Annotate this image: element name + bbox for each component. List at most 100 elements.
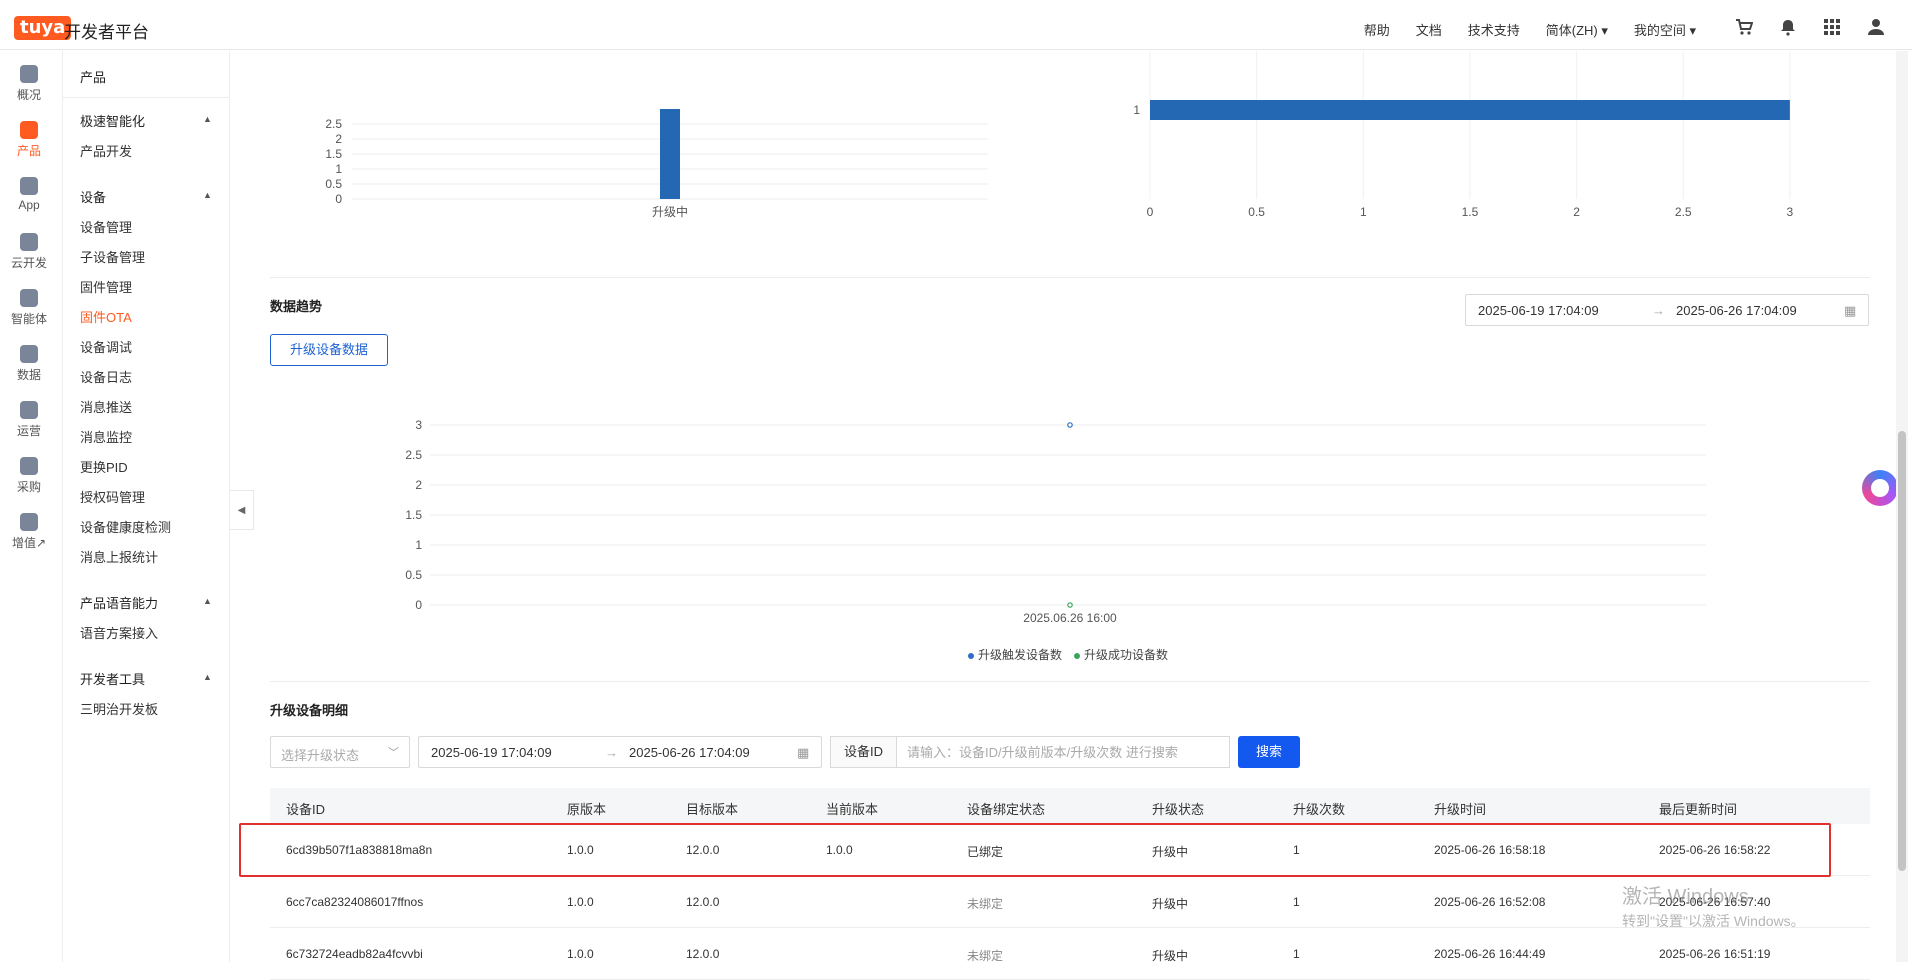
menu-health-check[interactable]: 设备健康度检测 [80,517,171,536]
x-tick-label: 1.5 [1462,205,1479,219]
nav-docs[interactable]: 文档 [1416,20,1442,39]
calendar-icon[interactable]: ▦ [1844,303,1856,319]
trend-date-range[interactable]: 2025-06-19 17:04:09 → 2025-06-26 17:04:0… [1465,294,1869,326]
cell-orig-version: 1.0.0 [567,895,594,909]
caret-up-icon[interactable]: ▲ [203,596,212,606]
rail-agent[interactable]: 智能体 [0,289,58,327]
caret-up-icon[interactable]: ▲ [203,190,212,200]
operation-icon [20,401,38,419]
bar [660,109,680,199]
legend-triggered[interactable]: 升级触发设备数 [968,646,1062,663]
apps-grid-icon[interactable] [1822,18,1842,38]
rail-purchase[interactable]: 采购 [0,457,58,495]
top-nav: 帮助 文档 技术支持 简体(ZH) ▾ 我的空间 ▾ [1364,20,1696,39]
upgrade-status-select[interactable]: 选择升级状态 ﹀ [270,736,410,768]
menu-voice-access[interactable]: 语音方案接入 [80,623,158,642]
group-device[interactable]: 设备 [80,187,106,206]
cell-upgrade-time: 2025-06-26 16:52:08 [1434,895,1546,909]
search-button[interactable]: 搜索 [1238,736,1300,768]
arrow-right-icon: → [605,745,618,760]
highlight-box [239,823,1831,877]
cell-upgrade-count: 1 [1293,947,1300,961]
y-tick-label: 0.5 [325,177,342,191]
bell-icon[interactable] [1778,18,1798,38]
trend-date-start[interactable]: 2025-06-19 17:04:09 [1478,303,1599,318]
device-search-input[interactable] [896,736,1230,768]
cell-upgrade-count: 1 [1293,895,1300,909]
menu-firmware-ota[interactable]: 固件OTA [80,307,132,326]
col-last-update: 最后更新时间 [1659,802,1738,817]
collapse-sidebar-button[interactable]: ◀ [230,490,254,530]
chart-icon [20,345,38,363]
upgrade-device-data-tab[interactable]: 升级设备数据 [270,334,388,366]
group-fast-smart[interactable]: 极速智能化 [80,111,145,130]
cell-last-update: 2025-06-26 16:51:19 [1659,947,1771,961]
rail-operation[interactable]: 运营 [0,401,58,439]
nav-my-space[interactable]: 我的空间 ▾ [1634,20,1696,39]
rail-product[interactable]: 产品 [0,121,58,159]
menu-firmware-manage[interactable]: 固件管理 [80,277,132,296]
legend-success[interactable]: 升级成功设备数 [1074,646,1168,663]
rail-data[interactable]: 数据 [0,345,58,383]
cell-bind-status: 未绑定 [967,897,1004,911]
menu-report-stats[interactable]: 消息上报统计 [80,547,158,566]
detail-date-range[interactable]: 2025-06-19 17:04:09 → 2025-06-26 17:04:0… [418,736,822,768]
trend-date-end[interactable]: 2025-06-26 17:04:09 [1676,303,1797,318]
top-icons [1734,18,1886,38]
detail-date-end[interactable]: 2025-06-26 17:04:09 [629,745,750,760]
shop-icon [20,457,38,475]
terminal-icon [20,121,38,139]
group-voice[interactable]: 产品语音能力 [80,593,158,612]
cell-target-version: 12.0.0 [686,895,720,909]
page-scrollbar[interactable] [1896,51,1908,962]
y-tick-label: 2 [415,478,422,492]
x-tick-label: 1 [1360,205,1367,219]
icon-rail: 概况 产品 App 云开发 智能体 数据 运营 采购 增值↗ [0,51,63,962]
menu-message-push[interactable]: 消息推送 [80,397,132,416]
menu-change-pid[interactable]: 更换PID [80,457,128,476]
tuya-logo[interactable]: tuya [14,16,72,40]
table-row[interactable]: 6c732724eadb82a4fcvvbi 1.0.0 12.0.0 未绑定 … [270,928,1870,980]
cell-orig-version: 1.0.0 [567,947,594,961]
cart-icon[interactable] [1734,18,1754,38]
rail-cloud[interactable]: 云开发 [0,233,58,271]
menu-sandwich-board[interactable]: 三明治开发板 [80,699,158,718]
brand-title[interactable]: 开发者平台 [64,18,149,43]
col-bind-status: 设备绑定状态 [967,802,1046,817]
y-tick-label: 2 [335,132,342,146]
caret-up-icon[interactable]: ▲ [203,672,212,682]
legend-dot [968,652,974,659]
user-icon[interactable] [1866,18,1886,38]
x-tick-label: 2025.06.26 16:00 [1023,611,1117,625]
menu-product-dev[interactable]: 产品开发 [80,141,132,160]
table-header: 设备ID 原版本 目标版本 当前版本 设备绑定状态 升级状态 升级次数 升级时间… [270,788,1870,824]
rail-value-added[interactable]: 增值↗ [0,513,58,551]
menu-device-debug[interactable]: 设备调试 [80,337,132,356]
menu-subdevice-manage[interactable]: 子设备管理 [80,247,145,266]
y-tick-label: 2.5 [325,117,342,131]
menu-auth-code[interactable]: 授权码管理 [80,487,145,506]
menu-device-log[interactable]: 设备日志 [80,367,132,386]
rail-app[interactable]: App [0,177,58,212]
group-dev-tools[interactable]: 开发者工具 [80,669,145,688]
top-bar: tuya 开发者平台 帮助 文档 技术支持 简体(ZH) ▾ 我的空间 ▾ [0,0,1912,50]
menu-device-manage[interactable]: 设备管理 [80,217,132,236]
caret-up-icon[interactable]: ▲ [203,114,212,124]
detail-date-start[interactable]: 2025-06-19 17:04:09 [431,745,552,760]
y-tick-label: 0 [335,192,342,206]
col-upgrade-status: 升级状态 [1152,802,1205,817]
rail-overview[interactable]: 概况 [0,65,58,103]
nav-help[interactable]: 帮助 [1364,20,1390,39]
nav-support[interactable]: 技术支持 [1468,20,1520,39]
data-point [1067,602,1073,608]
assistant-float-button[interactable] [1862,470,1898,506]
nav-language[interactable]: 简体(ZH) ▾ [1546,20,1608,39]
cell-upgrade-status: 升级中 [1152,897,1189,911]
col-target-version: 目标版本 [686,802,739,817]
detail-title: 升级设备明细 [270,703,349,718]
calendar-icon[interactable]: ▦ [797,745,809,761]
x-tick-label: 升级中 [652,204,688,219]
x-tick-label: 2.5 [1675,205,1692,219]
scrollbar-thumb[interactable] [1898,431,1906,871]
menu-message-monitor[interactable]: 消息监控 [80,427,132,446]
